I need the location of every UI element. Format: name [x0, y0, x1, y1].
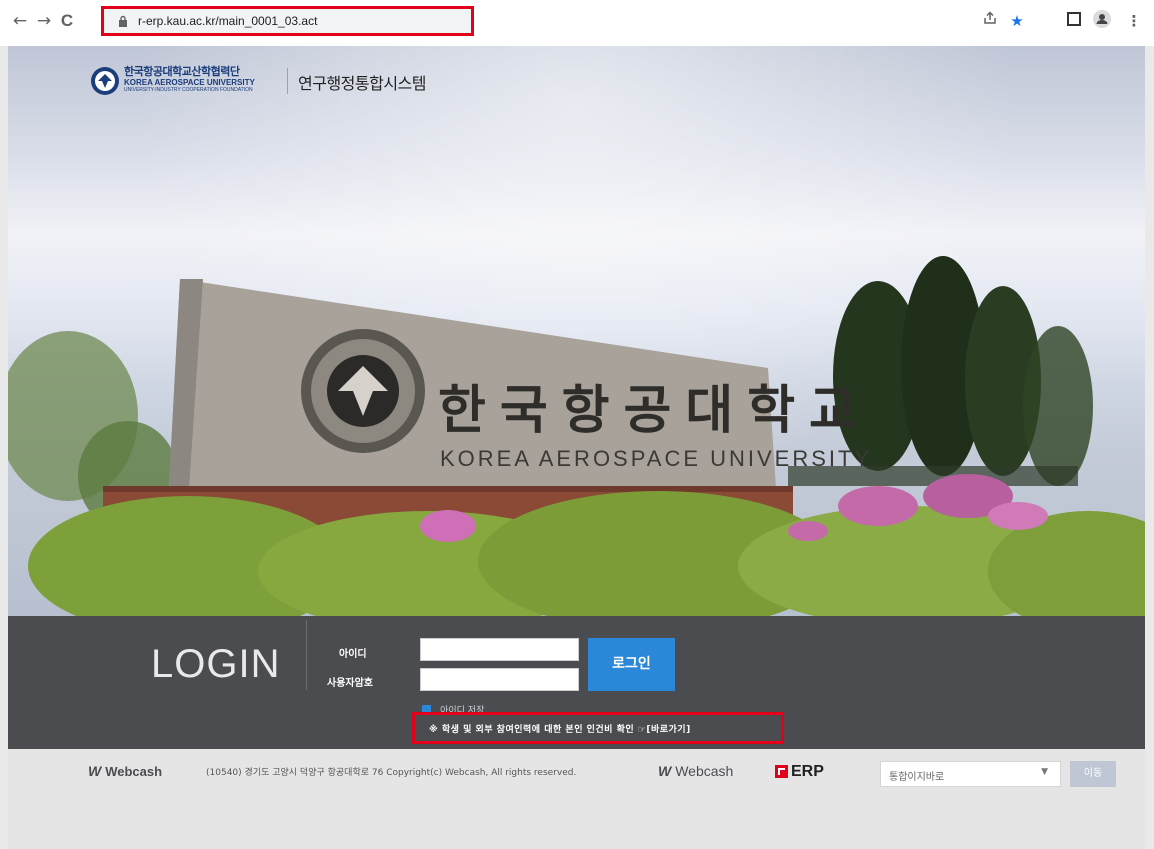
back-arrow-icon: ←: [12, 11, 28, 31]
site-select[interactable]: 통합이지바로 ▼: [880, 761, 1061, 787]
share-button[interactable]: [979, 10, 1001, 32]
webcash-label-2: Webcash: [675, 763, 734, 779]
sidebar-icon: [1067, 12, 1081, 26]
erp-label: ERP: [791, 762, 824, 780]
id-input[interactable]: [420, 638, 579, 661]
svg-text:한국항공대학교: 한국항공대학교: [438, 381, 871, 441]
university-emblem-icon: [91, 67, 119, 95]
share-icon: [984, 11, 996, 24]
system-title: 연구행정통합시스템: [298, 74, 426, 93]
login-panel: LOGIN 아이디 사용자암호 로그인 아이디 저장 ※ 학생 및 외부 참여인…: [8, 616, 1145, 749]
org-name-en: KOREA AEROSPACE UNIVERSITY: [124, 78, 255, 87]
reload-icon: C: [60, 11, 74, 30]
webcash-mark-icon: W: [658, 763, 672, 779]
side-panel-button[interactable]: [1063, 10, 1085, 32]
back-button[interactable]: ←: [10, 10, 30, 32]
org-name-ko: 한국항공대학교산학협력단: [124, 66, 240, 78]
footer-address: (10540) 경기도 고양시 덕양구 항공대학로 76 Copyright(c…: [206, 768, 577, 778]
forward-arrow-icon: →: [36, 11, 52, 31]
star-icon: ★: [1010, 12, 1024, 30]
browser-toolbar: ← → C r-erp.kau.ac.kr/main_0001_03.act ★…: [0, 0, 1154, 46]
login-heading: LOGIN: [151, 642, 281, 686]
forward-button[interactable]: →: [34, 10, 54, 32]
webcash-label: Webcash: [105, 764, 163, 779]
campus-photo-illustration: 한국항공대학교 KOREA AEROSPACE UNIVERSITY: [8, 256, 1145, 616]
password-label: 사용자암호: [327, 678, 373, 689]
browser-menu-button[interactable]: ⋮: [1123, 10, 1145, 32]
menu-icon: ⋮: [1126, 12, 1142, 30]
org-name-sub: UNIVERSITY-INDUSTRY COOPERATION FOUNDATI…: [124, 87, 253, 93]
login-button[interactable]: 로그인: [588, 638, 675, 691]
footer: W Webcash (10540) 경기도 고양시 덕양구 항공대학로 76 Co…: [8, 749, 1145, 849]
bookmark-button[interactable]: ★: [1006, 10, 1028, 32]
erp-mark-icon: [775, 765, 788, 778]
id-label: 아이디: [339, 649, 367, 660]
profile-icon: [1093, 10, 1111, 28]
login-divider: [306, 620, 307, 690]
hero-banner: 한국항공대학교 KOREA AEROSPACE UNIVERSITY 한국항공대…: [8, 46, 1145, 616]
save-id-row[interactable]: 아이디 저장: [422, 699, 484, 716]
site-select-value: 통합이지바로: [889, 772, 945, 783]
password-input[interactable]: [420, 668, 579, 691]
webcash-logo-2: W Webcash: [658, 763, 733, 781]
webcash-logo: W Webcash: [88, 763, 162, 781]
chevron-down-icon: ▼: [1041, 767, 1048, 777]
university-logo[interactable]: [90, 66, 120, 95]
profile-button[interactable]: [1091, 10, 1113, 32]
address-bar[interactable]: r-erp.kau.ac.kr/main_0001_03.act: [101, 6, 474, 36]
payroll-check-link[interactable]: ※ 학생 및 외부 참여인력에 대한 본인 인건비 확인 ☞[바로가기]: [429, 722, 691, 735]
org-name-block: 한국항공대학교산학협력단 KOREA AEROSPACE UNIVERSITY …: [124, 66, 255, 93]
svg-text:KOREA AEROSPACE UNIVERSITY: KOREA AEROSPACE UNIVERSITY: [440, 446, 872, 471]
lock-icon: [119, 15, 127, 27]
header-divider: [287, 68, 288, 94]
webcash-mark-icon: W: [88, 763, 102, 779]
go-button[interactable]: 이동: [1070, 761, 1116, 787]
erp-logo: ERP: [775, 761, 824, 781]
notice-highlight: ※ 학생 및 외부 참여인력에 대한 본인 인건비 확인 ☞[바로가기]: [412, 712, 784, 744]
reload-button[interactable]: C: [57, 10, 77, 32]
url-text: r-erp.kau.ac.kr/main_0001_03.act: [138, 14, 318, 28]
